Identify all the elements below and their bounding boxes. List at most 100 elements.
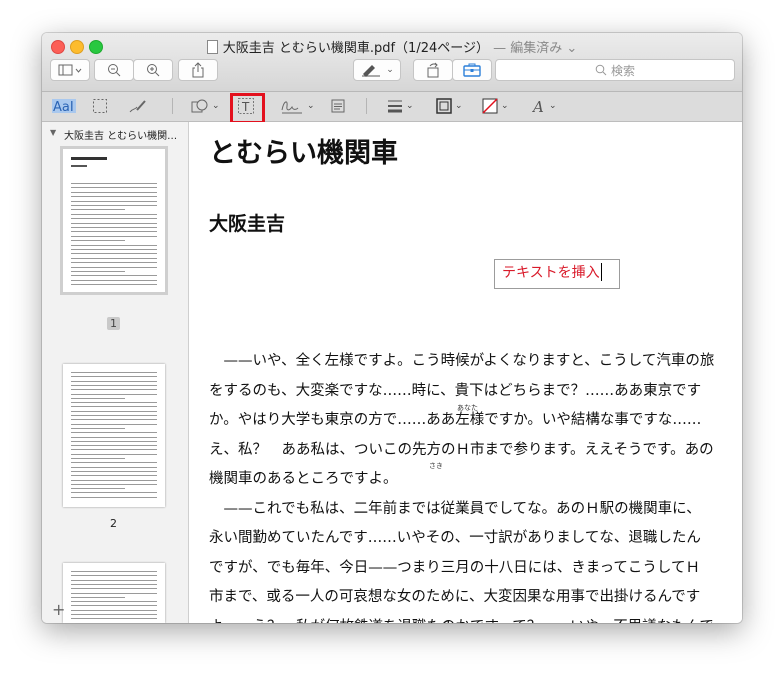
pdf-document-icon [206,40,218,54]
thumbnail-text-line [71,423,157,425]
thumbnail-text-line [71,271,125,272]
thumbnail-text-line [71,466,157,468]
toolbox-icon [463,63,481,77]
share-icon [192,62,204,78]
markup-toggle-button[interactable]: ⌄ [353,59,401,81]
thumbnail-text-line [71,235,157,237]
share-button[interactable] [178,59,218,81]
thumbnail-text-line [71,376,157,378]
document-text-line: ——これでも私は、二年前までは従業員でしてな。あのＨ駅の機関車に、 [209,500,701,517]
thumbnail-text-line [71,222,157,224]
window-title: 大阪圭吉 とむらい機関車.pdf（1/24ページ） — 編集済み ⌄ [42,37,742,56]
document-author: 大阪圭吉 [209,213,286,235]
thumbnail-text-line [71,187,157,189]
signature-tool[interactable]: ⌄ [280,95,315,117]
markup-toolbar: AaI ⌄ T ⌄ ⌄ ⌄ ⌄ A ⌄ [42,92,742,124]
add-page-button[interactable]: + [52,600,65,619]
window-title-text: 大阪圭吉 とむらい機関車.pdf（1/24ページ） [222,41,489,56]
sidebar-view-button[interactable] [50,59,90,81]
thumbnail-text-line [71,496,157,498]
chevron-down-icon: ⌄ [406,101,414,111]
chevron-down-icon: ⌄ [212,101,220,111]
disclosure-triangle-icon[interactable]: ▼ [50,128,56,137]
thumbnail-text-line [71,592,157,594]
ruby-annotation: あなた [457,404,478,412]
shapes-tool[interactable]: ⌄ [191,95,220,117]
sketch-icon [129,100,146,113]
thumbnail-text-line [71,191,157,193]
chevron-down-icon: ⌄ [501,101,509,111]
chevron-down-icon: ⌄ [307,101,315,111]
text-select-icon: AaI [52,99,76,114]
sidebar-icon [58,64,82,76]
svg-text:A: A [532,98,544,114]
thumbnail-text-line [71,470,157,472]
thumbnail-text-line [71,275,157,277]
text-cursor [600,263,602,281]
thumbnail-text-line [71,445,157,447]
rotate-button[interactable] [413,59,453,81]
edited-status[interactable]: — 編集済み ⌄ [493,41,577,56]
thumbnail-text-line [71,397,125,399]
thumbnail-text-line [71,579,157,581]
text-selection-tool[interactable]: AaI [52,95,76,117]
inserted-text: テキストを挿入 [502,265,600,281]
thumbnail-text-line [71,240,125,242]
sidebar-document-header[interactable]: ▼ 大阪圭吉 とむらい機関… [42,126,188,142]
border-color-icon [436,98,452,114]
thumbnail-text-line [71,372,157,373]
thumbnail-text-line [71,618,157,620]
pen-markup-icon [362,65,381,77]
search-icon [595,64,607,76]
page-thumbnail-3[interactable] [63,563,165,623]
thumbnail-text-line [71,419,157,421]
thumbnail-text-line [71,427,125,429]
thumbnail-text-line [71,410,157,412]
sketch-tool[interactable] [128,95,148,117]
thumbnail-text-line [71,614,157,615]
thumbnail-text-line [71,227,157,228]
toolbox-button[interactable] [452,59,492,81]
ruby-annotation: さき [429,462,443,470]
search-field[interactable]: 検索 [495,59,735,81]
note-tool[interactable] [331,95,345,117]
thumbnail-title-mark [71,157,107,160]
document-text-line: 永い間勤めていたんです……いやその、一寸訳がありましてな、退職したん [209,530,701,546]
zoom-out-icon [108,64,121,77]
zoom-in-icon [147,64,160,77]
thumbnail-text-line [71,440,157,442]
page-thumbnail-1[interactable] [60,146,168,295]
inserted-text-box[interactable]: テキストを挿入 [494,259,620,289]
zoom-out-button[interactable] [94,59,134,81]
thumbnail-text-line [71,389,157,391]
thumbnail-text-line [71,402,157,404]
zoom-in-button[interactable] [133,59,173,81]
document-text-line: ですが、でも毎年、今日——つまり三月の十八日には、きまってこうしてＨ [209,559,700,576]
rectangular-selection-tool[interactable] [92,95,108,117]
rotate-icon [427,62,439,78]
thumbnail-text-line [71,601,157,603]
separator [366,98,367,114]
thumbnail-text-line [71,483,157,485]
selected-tool-highlight [230,93,265,124]
chevron-down-icon: ⌄ [455,101,463,111]
chevron-down-icon: ⌄ [386,65,394,75]
thumbnail-text-line [71,406,157,408]
thumbnail-text-line [71,257,157,259]
thumbnail-text-line [71,200,157,202]
thumbnail-text-line [71,453,157,455]
document-text-line: 機関車のあるところですよ。 [209,471,398,487]
document-view[interactable]: とむらい機関車 大阪圭吉 テキストを挿入 ——いや、全く左様ですよ。こう時候がよ… [189,122,742,623]
fill-color-icon [482,98,498,114]
thumbnail-text-line [71,218,157,220]
text-style-tool[interactable]: A ⌄ [532,95,557,117]
thumbnail-text-line [71,380,157,382]
thumbnail-text-line [71,183,157,184]
page-thumbnail-2[interactable] [63,364,165,507]
thumbnail-text-line [71,266,157,268]
thumbnail-text-line [71,262,157,264]
shape-style-tool[interactable]: ⌄ [387,95,414,117]
border-color-tool[interactable]: ⌄ [436,95,463,117]
page-number-label: 2 [110,517,117,530]
fill-color-tool[interactable]: ⌄ [482,95,509,117]
